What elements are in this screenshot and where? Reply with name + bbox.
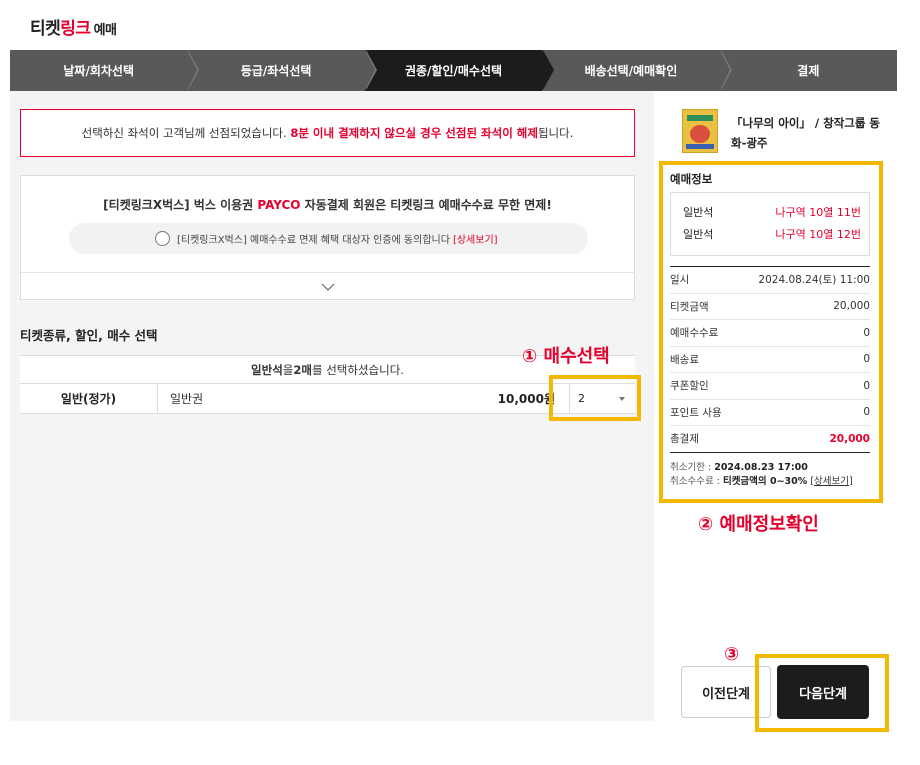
notice-text-end: 됩니다.: [537, 126, 574, 140]
step-date-select: 날짜/회차선택: [10, 50, 200, 91]
notice-highlight: 8분 이내 결제하지 않으실 경우 선점된 좌석이 해제: [290, 126, 538, 140]
selected-count: 2매: [293, 362, 312, 377]
ticket-row: 일반(정가) 일반권 10,000원: [20, 383, 635, 414]
msg-text: 을: [282, 362, 294, 377]
step-label: 권종/할인/매수선택: [404, 64, 503, 78]
promo-title-text: [티켓링크X벅스] 벅스 이용권: [103, 198, 258, 212]
step-delivery-confirm: 배송선택/예매확인: [542, 50, 732, 91]
show-poster: [682, 109, 718, 153]
annotation-next-button: ③: [724, 644, 740, 665]
annotation-quantity: ① 매수선택: [522, 346, 610, 367]
ticket-price: 10,000원: [497, 392, 555, 406]
payco-label: PAYCO: [257, 198, 301, 212]
step-label: 결제: [797, 64, 820, 78]
promo-title: [티켓링크X벅스] 벅스 이용권 PAYCO 자동결제 회원은 티켓링크 예매수…: [21, 196, 634, 213]
chevron-right-icon: [719, 50, 730, 90]
ticket-type: 일반(정가): [20, 384, 158, 413]
step-ticket-discount-select: 권종/할인/매수선택: [364, 50, 555, 91]
promo-agree-row[interactable]: [티켓링크X벅스] 예매수수료 면제 혜택 대상자 인증에 동의합니다 [상세보…: [69, 223, 588, 254]
chevron-right-icon: [364, 50, 375, 90]
highlight-booking-info: [659, 161, 883, 503]
step-label: 날짜/회차선택: [63, 64, 135, 78]
chevron-right-icon: [187, 50, 198, 90]
ticket-section-title: 티켓종류, 할인, 매수 선택: [20, 328, 158, 343]
step-label: 등급/좌석선택: [240, 64, 312, 78]
divider: [21, 272, 634, 273]
show-title: 「나무의 아이」 / 창작그룹 동화-광주: [731, 116, 881, 150]
highlight-quantity: [549, 375, 641, 421]
grade-name: 일반석: [251, 362, 283, 377]
logo-text-booking: 예매: [93, 23, 117, 38]
agree-radio[interactable]: [155, 231, 170, 246]
logo-text-link: 링크: [60, 19, 91, 39]
highlight-next-button: [755, 654, 889, 732]
ticket-name: 일반권: [170, 392, 204, 406]
agree-text: [티켓링크X벅스] 예매수수료 면제 혜택 대상자 인증에 동의합니다: [177, 235, 450, 246]
chevron-down-icon[interactable]: [321, 280, 335, 294]
chevron-right-icon: [542, 50, 553, 90]
promo-title-text-end: 자동결제 회원은 티켓링크 예매수수료 무한 면제!: [300, 198, 552, 212]
step-seat-select: 등급/좌석선택: [187, 50, 377, 91]
logo-text-ticket: 티켓: [30, 19, 61, 39]
logo[interactable]: 티켓링크 예매: [30, 14, 117, 39]
msg-text-end: 를 선택하셨습니다.: [311, 362, 404, 377]
step-label: 배송선택/예매확인: [584, 64, 678, 78]
annotation-booking-info: ② 예매정보확인: [698, 514, 819, 535]
step-bar: 날짜/회차선택 등급/좌석선택 권종/할인/매수선택 배송선택/예매확인 결제: [10, 50, 897, 91]
step-payment: 결제: [720, 50, 897, 91]
promo-detail-link[interactable]: [상세보기]: [453, 231, 498, 246]
promo-panel: [티켓링크X벅스] 벅스 이용권 PAYCO 자동결제 회원은 티켓링크 예매수…: [20, 175, 635, 300]
notice-text: 선택하신 좌석이 고객님께 선점되었습니다.: [81, 126, 287, 140]
seat-hold-notice: 선택하신 좌석이 고객님께 선점되었습니다. 8분 이내 결제하지 않으실 경우…: [20, 109, 635, 157]
